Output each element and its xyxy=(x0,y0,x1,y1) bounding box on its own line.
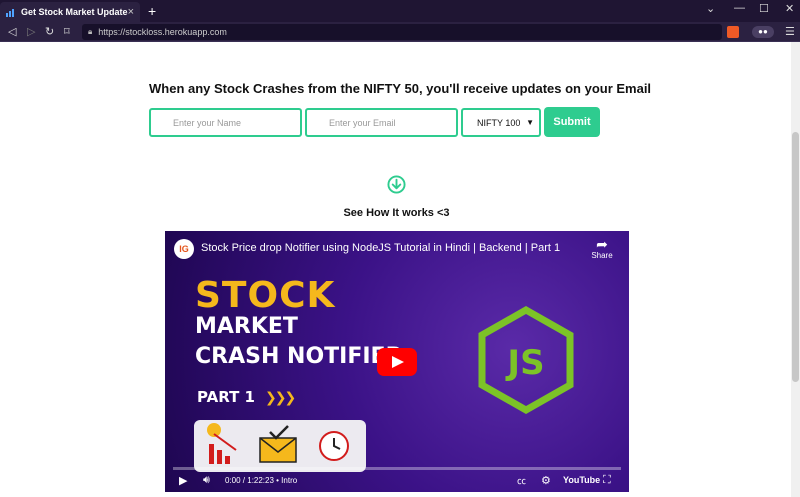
tab-bar: Get Stock Market Updates × + ⌄ — ☐ ✕ xyxy=(0,0,800,22)
volume-icon[interactable]: 🔊︎ xyxy=(203,474,210,487)
tab-title: Get Stock Market Updates xyxy=(21,7,128,17)
page-headline: When any Stock Crashes from the NIFTY 50… xyxy=(149,81,652,96)
extension-icon[interactable]: ●● xyxy=(752,26,774,38)
brave-shield-icon[interactable] xyxy=(727,26,739,38)
lock-icon: 🔒︎ xyxy=(88,27,93,36)
share-icon: ➦ xyxy=(596,236,608,252)
share-button[interactable]: ➦ Share xyxy=(590,237,614,260)
scrollbar[interactable] xyxy=(791,42,800,497)
chevrons-icon: ❯❯❯ xyxy=(265,389,296,405)
youtube-embed[interactable]: IG Stock Price drop Notifier using NodeJ… xyxy=(165,231,629,492)
channel-avatar[interactable]: IG xyxy=(174,239,194,259)
menu-icon[interactable]: ☰ xyxy=(785,25,795,38)
fullscreen-icon[interactable]: ⛶ xyxy=(603,474,611,487)
thumb-market-text: MARKET xyxy=(195,314,298,339)
maximize-icon[interactable]: ☐ xyxy=(759,2,769,15)
reload-icon[interactable]: ↻ xyxy=(45,25,54,39)
address-bar[interactable]: 🔒︎ https://stockloss.herokuapp.com xyxy=(82,24,722,40)
email-input[interactable]: Enter your Email xyxy=(305,108,458,137)
video-controls: ▶ 🔊︎ 0:00 / 1:22:23 • Intro ㏄ ⚙ YouTube … xyxy=(165,470,629,492)
minimize-icon[interactable]: — xyxy=(734,2,745,14)
settings-icon[interactable]: ⚙ xyxy=(541,474,551,487)
name-input[interactable]: Enter your Name xyxy=(149,108,302,137)
svg-text:JS: JS xyxy=(505,343,544,383)
time-display: 0:00 / 1:22:23 • Intro xyxy=(225,476,298,485)
bookmark-icon[interactable]: ⌑ xyxy=(64,25,70,39)
index-select-value: NIFTY 100 xyxy=(477,117,521,128)
play-button[interactable] xyxy=(377,348,417,376)
thumb-crash-text: CRASH NOTIFIER xyxy=(195,344,403,369)
email-check-icon xyxy=(259,425,297,463)
tab-search-icon[interactable]: ⌄ xyxy=(706,2,715,15)
captions-icon[interactable]: ㏄ xyxy=(517,474,526,487)
browser-toolbar: ◁ ▷ ↻ ⌑ 🔒︎ https://stockloss.herokuapp.c… xyxy=(0,22,800,42)
nodejs-logo: JS xyxy=(478,306,574,414)
thumb-part-text: PART 1 xyxy=(197,388,255,406)
thumb-icons-card xyxy=(194,420,366,472)
play-icon[interactable]: ▶ xyxy=(179,474,187,487)
arrow-down-circle-icon xyxy=(387,175,406,194)
url-text: https://stockloss.herokuapp.com xyxy=(98,27,227,37)
close-window-icon[interactable]: ✕ xyxy=(785,2,794,15)
index-select[interactable]: NIFTY 100 ▼ xyxy=(461,108,541,137)
browser-tab[interactable]: Get Stock Market Updates × xyxy=(0,2,140,22)
how-it-works-label: See How It works <3 xyxy=(343,207,450,219)
thumb-stock-text: STOCK xyxy=(195,275,336,316)
new-tab-button[interactable]: + xyxy=(148,3,156,19)
video-title[interactable]: Stock Price drop Notifier using NodeJS T… xyxy=(201,242,560,254)
clock-refresh-icon xyxy=(319,431,349,461)
submit-button[interactable]: Submit xyxy=(544,107,600,137)
forward-icon[interactable]: ▷ xyxy=(27,25,35,39)
falling-chart-icon xyxy=(207,423,237,464)
tab-close-icon[interactable]: × xyxy=(128,6,134,18)
chart-icon xyxy=(6,8,15,17)
chevron-down-icon: ▼ xyxy=(526,118,534,127)
youtube-logo[interactable]: YouTube xyxy=(563,475,600,485)
share-label: Share xyxy=(591,251,613,260)
back-icon[interactable]: ◁ xyxy=(8,25,16,39)
scrollbar-thumb[interactable] xyxy=(792,132,799,382)
